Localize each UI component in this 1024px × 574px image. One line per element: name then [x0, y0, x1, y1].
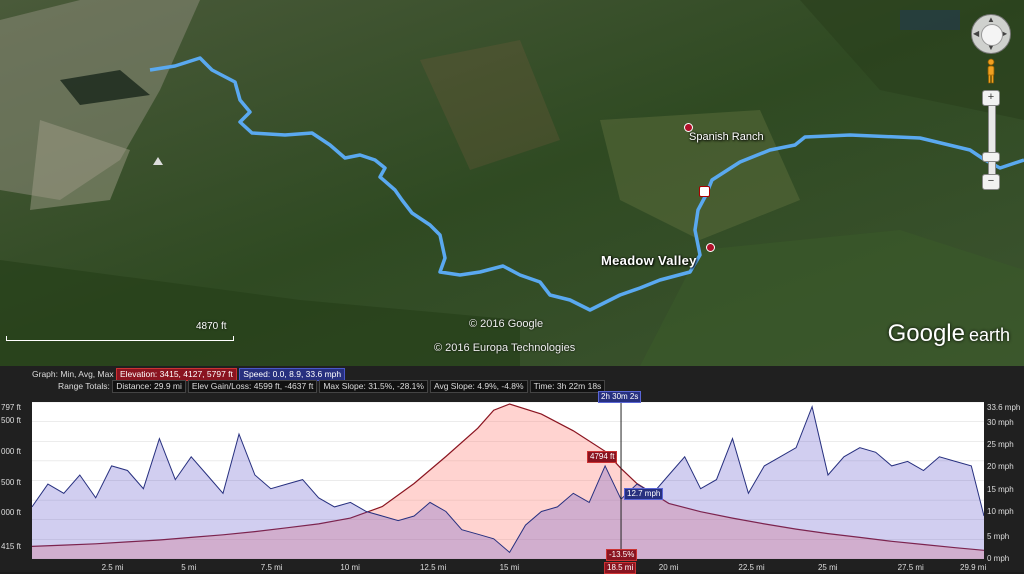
x-tick-label: 25 mi	[817, 563, 838, 572]
y-left-tick-label: 797 ft	[1, 403, 22, 412]
y-right-tick-label: 15 mph	[987, 485, 1014, 494]
y-left-tick-label: 500 ft	[1, 478, 22, 487]
spanish-ranch-label[interactable]: Spanish Ranch	[689, 131, 764, 143]
europa-copyright: © 2016 Europa Technologies	[434, 342, 576, 354]
cursor-elevation-label: 4794 ft	[587, 451, 618, 463]
distance-value: Distance: 29.9 mi	[112, 380, 186, 393]
y-right-tick-label: 10 mph	[987, 507, 1014, 516]
y-left-tick-label: 500 ft	[1, 416, 22, 425]
graph-label: Graph: Min, Avg, Max	[32, 369, 114, 379]
x-tick-label: 22.5 mi	[738, 563, 765, 572]
x-tick-label: 7.5 mi	[260, 563, 283, 572]
cursor-time-label: 2h 30m 2s	[598, 391, 642, 403]
cursor-speed-label: 12.7 mph	[624, 488, 664, 500]
max-slope-value: Max Slope: 31.5%, -28.1%	[319, 380, 428, 393]
x-tick-label: 27.5 mi	[897, 563, 924, 572]
avg-slope-value: Avg Slope: 4.9%, -4.8%	[429, 380, 528, 393]
x-tick-label: 20 mi	[658, 563, 679, 572]
route-marker-icon[interactable]	[699, 186, 710, 197]
pan-left-icon[interactable]: ◀	[973, 29, 979, 38]
elevation-speed-chart[interactable]	[32, 402, 984, 559]
satellite-terrain	[0, 0, 1024, 366]
y-right-tick-label: 5 mph	[987, 532, 1010, 541]
google-earth-logo: Google earth	[887, 320, 1010, 347]
y-left-tick-label: 000 ft	[1, 508, 22, 517]
peak-icon	[153, 157, 163, 165]
pan-up-icon[interactable]: ▲	[987, 15, 995, 24]
x-tick-label: 29.9 mi	[960, 563, 987, 572]
cursor-distance-label: 18.5 mi	[604, 562, 637, 574]
scale-bar	[6, 336, 234, 341]
x-tick-label: 2.5 mi	[101, 563, 124, 572]
look-joystick[interactable]	[981, 24, 1003, 46]
map-view[interactable]: Spanish Ranch Meadow Valley © 2016 Googl…	[0, 0, 1024, 366]
y-left-tick-label: 000 ft	[1, 447, 22, 456]
scale-label: 4870 ft	[196, 321, 227, 332]
meadow-valley-pin[interactable]	[706, 243, 715, 252]
y-right-tick-label: 30 mph	[987, 418, 1014, 427]
y-right-tick-label: 20 mph	[987, 462, 1014, 471]
graph-stats-row: Graph: Min, Avg, Max Elevation: 3415, 41…	[32, 368, 346, 381]
range-totals-row: Range Totals: Distance: 29.9 mi Elev Gain…	[58, 380, 607, 393]
zoom-in-button[interactable]: +	[982, 90, 1000, 106]
x-tick-label: 15 mi	[499, 563, 520, 572]
zoom-handle[interactable]	[982, 152, 1000, 162]
pegman-icon[interactable]	[986, 58, 996, 84]
y-right-tick-label: 33.6 mph	[987, 403, 1021, 412]
range-totals-label: Range Totals:	[58, 381, 110, 391]
y-right-tick-label: 0 mph	[987, 554, 1010, 563]
zoom-slider[interactable]	[988, 92, 996, 186]
x-tick-label: 12.5 mi	[419, 563, 447, 572]
zoom-out-button[interactable]: −	[982, 174, 1000, 190]
gain-loss-value: Elev Gain/Loss: 4599 ft, -4637 ft	[187, 380, 318, 393]
x-tick-label: 5 mi	[181, 563, 197, 572]
google-copyright: © 2016 Google	[469, 318, 544, 330]
navigation-compass[interactable]: ▲ ▼ ◀ ▶	[971, 14, 1011, 54]
cursor-slope-label: -13.5%	[606, 549, 638, 561]
meadow-valley-label[interactable]: Meadow Valley	[601, 253, 697, 268]
x-tick-label: 10 mi	[340, 563, 360, 572]
y-right-tick-label: 25 mph	[987, 440, 1014, 449]
time-value: Time: 3h 22m 18s	[529, 380, 606, 393]
y-left-tick-label: 415 ft	[1, 542, 22, 551]
